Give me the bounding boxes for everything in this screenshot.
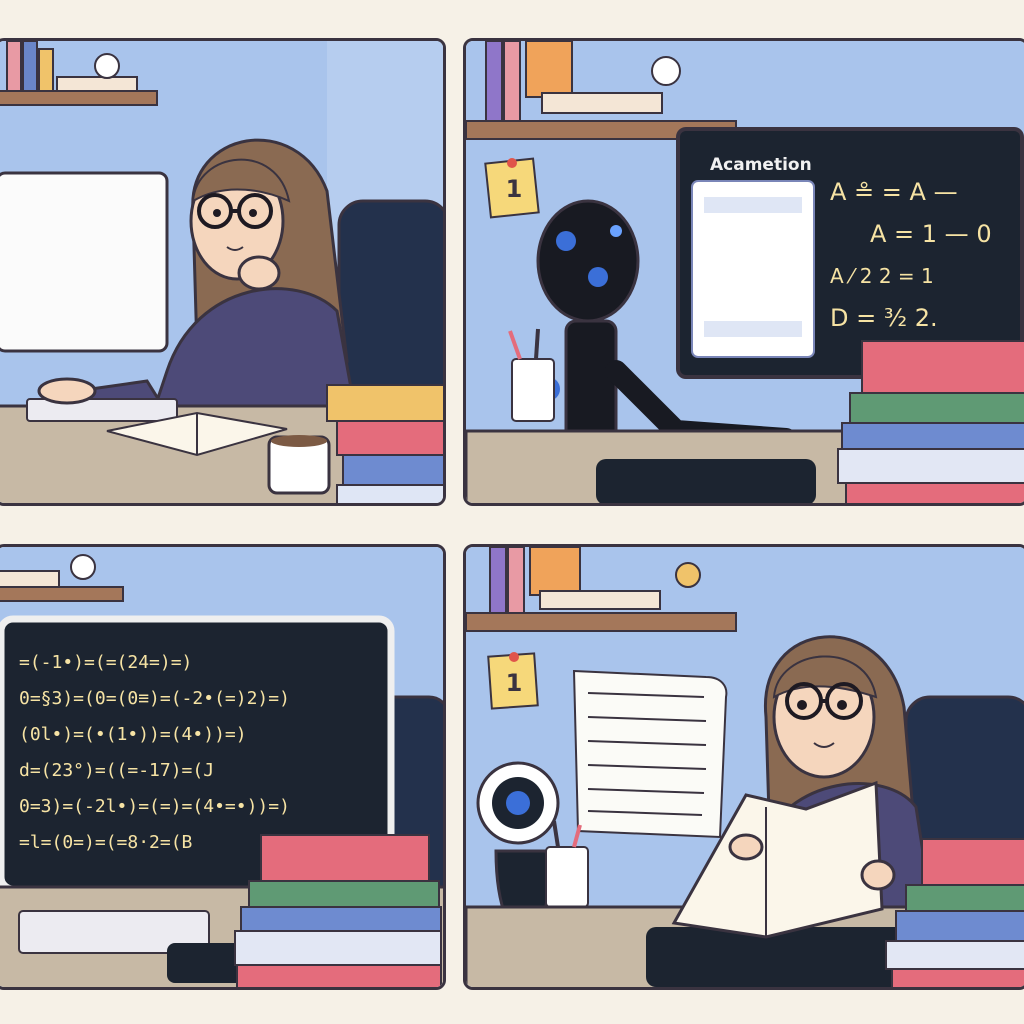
equation-line: A ≗ = A — bbox=[830, 178, 958, 206]
equation-line: A = 1 — 0 bbox=[870, 220, 992, 248]
math-line: d=(23°)=((=-17)=(J bbox=[19, 760, 215, 781]
panel-girl-reading: 1 bbox=[463, 544, 1024, 990]
panel-math-screen: =(-1•)=(=(24=)=) 0=§3)=(0=(0≡)=(-2•(=)2)… bbox=[0, 544, 446, 990]
chalkboard-title: Acametion bbox=[710, 155, 812, 175]
math-line: =l=(0=)=(=8·2=(B bbox=[19, 832, 193, 853]
sticky-note-number: 1 bbox=[505, 175, 523, 203]
panel-robot-chalkboard: 1 Acametion A ≗ = A — A = 1 — 0 A ⁄ 2 2 … bbox=[463, 38, 1024, 506]
panel-girl-at-computer bbox=[0, 38, 446, 506]
math-line: =(-1•)=(=(24=)=) bbox=[19, 652, 193, 673]
equation-line: D = ³⁄₂ 2. bbox=[830, 304, 938, 332]
sticky-note-number: 1 bbox=[505, 669, 523, 697]
math-line: 0=§3)=(0=(0≡)=(-2•(=)2)=) bbox=[19, 688, 290, 709]
math-line: (0l•)=(•(1•))=(4•))=) bbox=[19, 724, 247, 745]
comic-page: 1 Acametion A ≗ = A — A = 1 — 0 A ⁄ 2 2 … bbox=[0, 0, 1024, 1024]
panel-4-illustration bbox=[466, 547, 1024, 987]
math-line: 0=3)=(-2l•)=(=)=(4•=•))=) bbox=[19, 796, 290, 817]
equation-line: A ⁄ 2 2 = 1 bbox=[830, 264, 934, 288]
math-screen-text: =(-1•)=(=(24=)=) 0=§3)=(0=(0≡)=(-2•(=)2)… bbox=[19, 645, 389, 861]
chalkboard-equations: A ≗ = A — A = 1 — 0 A ⁄ 2 2 = 1 D = ³⁄₂ … bbox=[830, 171, 1020, 339]
panel-1-illustration bbox=[0, 41, 443, 503]
